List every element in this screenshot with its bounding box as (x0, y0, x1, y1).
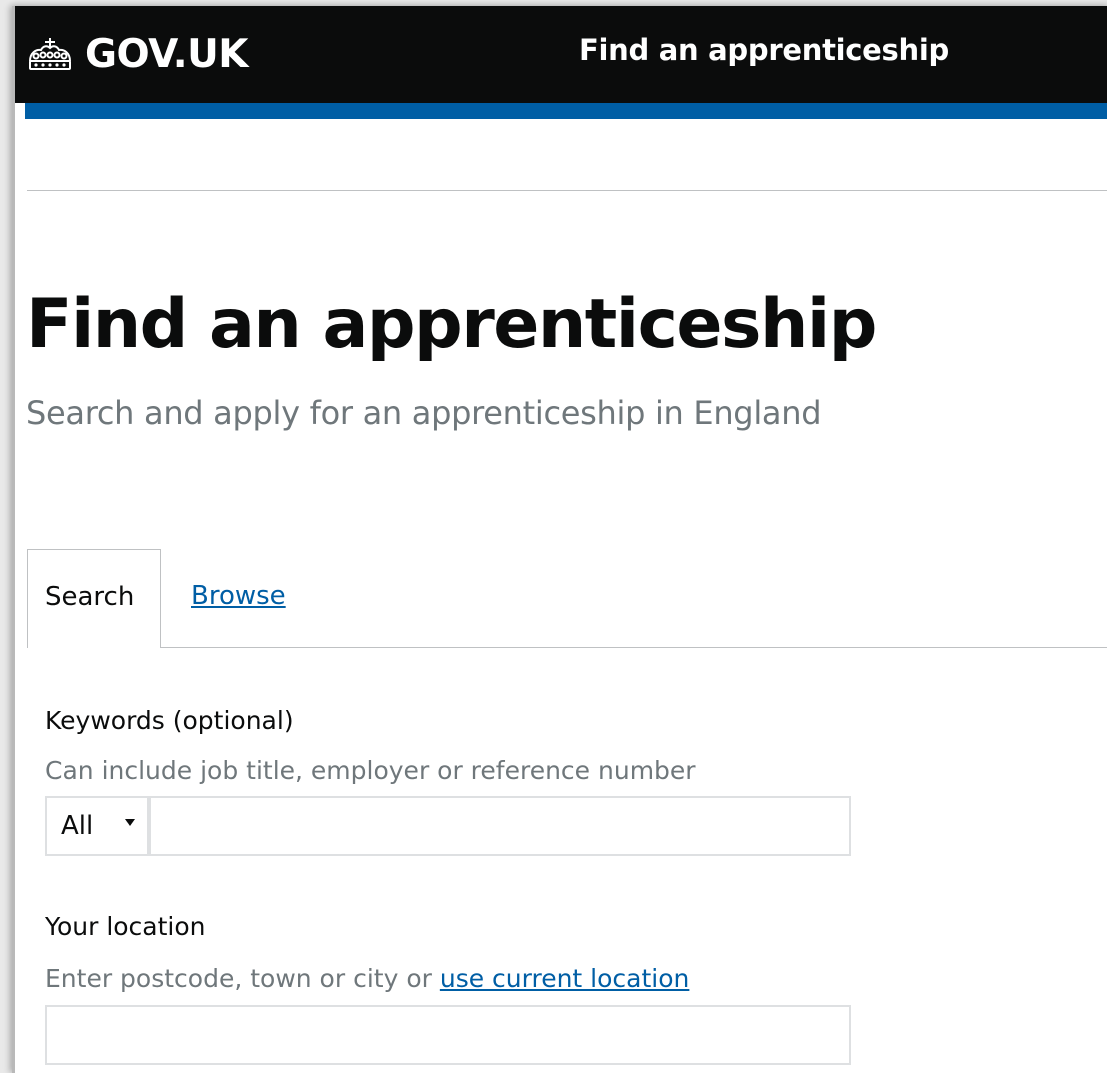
keywords-label: Keywords (optional) (45, 706, 294, 735)
tab-search[interactable]: Search (27, 549, 161, 648)
keyword-category-select[interactable]: All (45, 796, 149, 856)
location-hint: Enter postcode, town or city or use curr… (45, 964, 689, 993)
dropdown-arrow-icon (125, 819, 135, 826)
location-input[interactable] (45, 1005, 851, 1065)
header-accent-bar (25, 103, 1107, 119)
tab-search-label: Search (45, 582, 135, 612)
govuk-logo-link[interactable]: GOV.UK (27, 24, 248, 84)
page-subtitle: Search and apply for an apprenticeship i… (26, 394, 822, 432)
crown-icon (29, 38, 71, 70)
service-name-link[interactable]: Find an apprenticeship (579, 33, 949, 67)
site-header: GOV.UK Find an apprenticeship (15, 6, 1107, 103)
location-label: Your location (45, 912, 206, 941)
keywords-hint: Can include job title, employer or refer… (45, 756, 696, 785)
logo-text: GOV.UK (85, 31, 248, 77)
tab-browse[interactable]: Browse (191, 581, 286, 611)
page-title: Find an apprenticeship (26, 285, 877, 364)
browser-viewport: GOV.UK Find an apprenticeship Find an ap… (12, 6, 1107, 1073)
use-current-location-link[interactable]: use current location (440, 964, 690, 993)
keywords-input[interactable] (149, 796, 851, 856)
tabs-baseline (27, 647, 1107, 648)
phase-divider (27, 190, 1107, 191)
keyword-category-value: All (61, 811, 94, 841)
location-hint-text: Enter postcode, town or city or (45, 964, 432, 993)
